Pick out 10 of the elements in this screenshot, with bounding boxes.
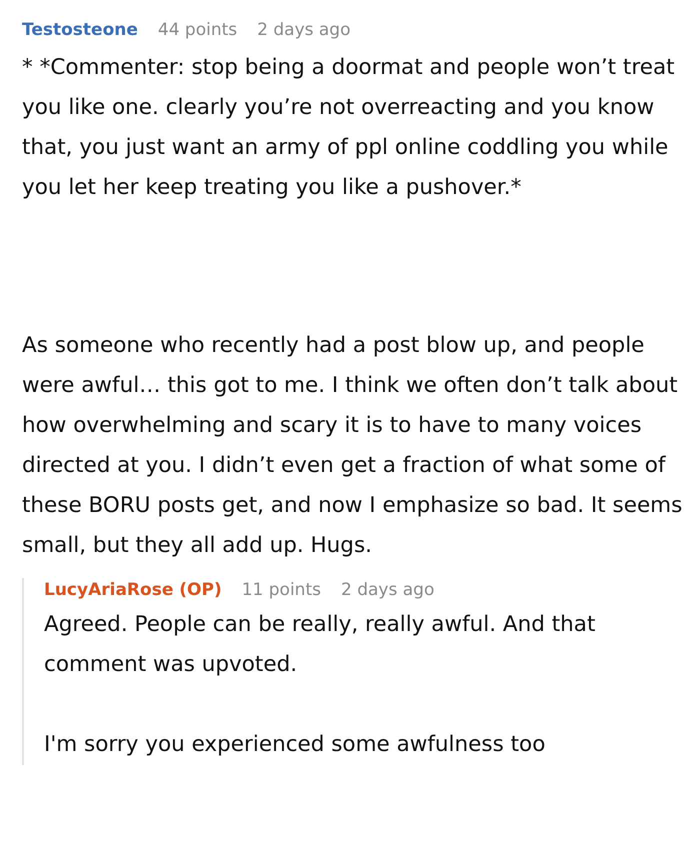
comment-text: As someone who recently had a post blow up, and people were awful… this got to me. I think we often don’t talk about how overwhelming and scary it is to have to many voices directed at you. I didn’t even get a fraction of what some of these BORU posts get, and now I emphasize so bad. It seems small, but they all add up. Hugs. xyxy=(22,332,684,560)
comment-time: 2 days ago xyxy=(257,19,350,42)
author-name[interactable]: LucyAriaRose (OP) xyxy=(44,578,222,603)
points-count: 11 points xyxy=(242,578,321,602)
comment-text: Agreed. People can be really, really awful. And that comment was upvoted. xyxy=(44,611,596,679)
author-name[interactable]: Testosteone xyxy=(22,18,138,44)
comment-time: 2 days ago xyxy=(340,578,434,602)
comment-text: I'm sorry you experienced some awfulness too xyxy=(44,731,546,759)
points-count: 44 points xyxy=(158,19,238,42)
comment-text: * *Commenter: stop being a doormat and people won’t treat you like one. clearly you’re not overreacting and you know that, you just want an army of ppl online coddling you while you let her keep treating you like a pushover.* xyxy=(22,54,676,202)
